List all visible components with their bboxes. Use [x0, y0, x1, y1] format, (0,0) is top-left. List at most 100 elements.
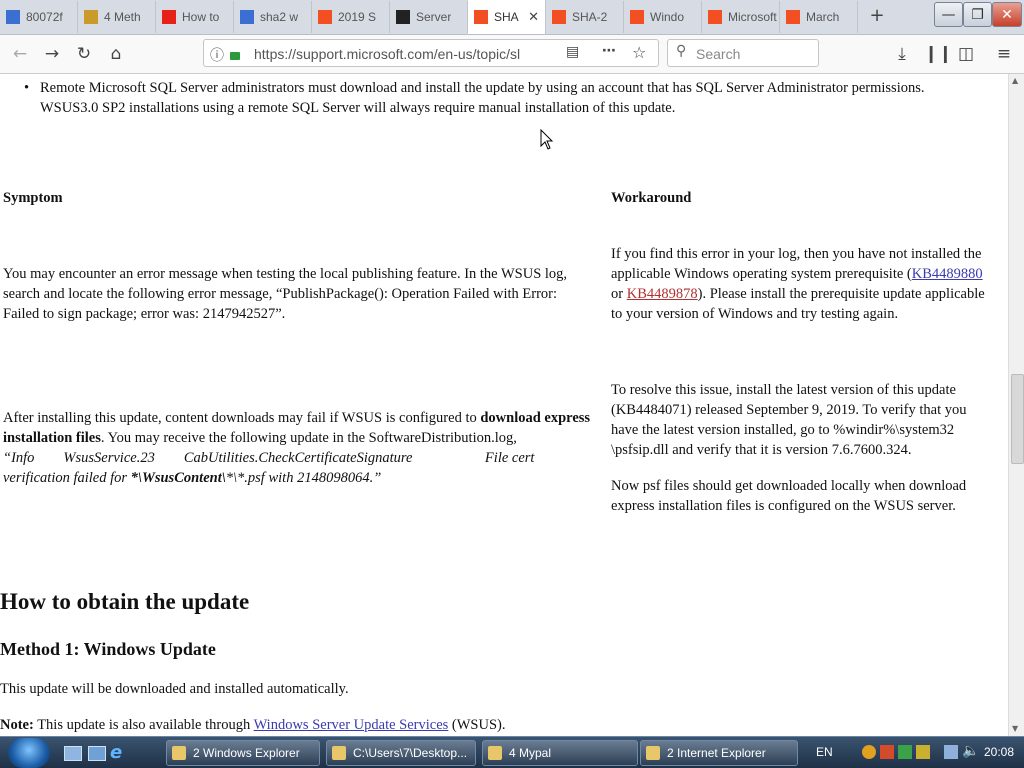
- symptom-header: Symptom: [3, 190, 63, 206]
- clock[interactable]: 20:08: [984, 745, 1014, 759]
- tray-icon-warning[interactable]: [916, 745, 930, 759]
- symptom-cell-2: After installing this update, content do…: [3, 408, 609, 488]
- tab-favicon-icon: [786, 10, 800, 24]
- tab-5[interactable]: Server: [390, 1, 468, 33]
- tab-favicon-icon: [318, 10, 332, 24]
- shield-icon[interactable]: [880, 745, 894, 759]
- close-window-button[interactable]: ✕: [992, 2, 1022, 27]
- vertical-scrollbar[interactable]: ▲ ▼: [1008, 74, 1024, 736]
- taskbar-button-0[interactable]: 2 Windows Explorer: [166, 740, 320, 766]
- tab-favicon-icon: [162, 10, 176, 24]
- reader-view-icon[interactable]: ▤: [566, 44, 579, 60]
- restore-button[interactable]: ❐: [963, 2, 992, 27]
- tab-7[interactable]: SHA-2: [546, 1, 624, 33]
- tab-favicon-icon: [474, 10, 488, 24]
- kb4489878-link[interactable]: KB4489878: [627, 286, 698, 302]
- navigation-toolbar: ← → ↻ ⌂ ⓘ https://support.microsoft.com/…: [0, 35, 1024, 74]
- show-desktop-icon[interactable]: [64, 746, 82, 761]
- workaround-or: or: [611, 286, 627, 302]
- tab-label: 2019 S: [338, 10, 377, 24]
- tab-label: SHA: [494, 10, 519, 24]
- tab-8[interactable]: Windo: [624, 1, 702, 33]
- kb4489880-link[interactable]: KB4489880: [912, 266, 983, 282]
- url-text: https://support.microsoft.com/en-us/topi…: [254, 46, 521, 62]
- tab-1[interactable]: 4 Meth: [78, 1, 156, 33]
- taskbar-button-3[interactable]: 2 Internet Explorer: [640, 740, 798, 766]
- tab-9[interactable]: Microsoft: [702, 1, 780, 33]
- workaround-paragraph-1: To resolve this issue, install the lates…: [611, 382, 967, 458]
- search-placeholder: Search: [696, 46, 741, 62]
- download-icon[interactable]: ⤓: [890, 42, 914, 66]
- search-icon: ⚲: [676, 43, 687, 59]
- scroll-up-icon[interactable]: ▲: [1012, 76, 1018, 85]
- tab-favicon-icon: [240, 10, 254, 24]
- page-actions-icon[interactable]: ⋯: [602, 43, 616, 59]
- tab-label: 4 Meth: [104, 10, 141, 24]
- method-heading: Method 1: Windows Update: [0, 639, 216, 659]
- tab-favicon-icon: [708, 10, 722, 24]
- tab-10[interactable]: March: [780, 1, 858, 33]
- symptom-text: After installing this update, content do…: [3, 410, 481, 426]
- tab-2[interactable]: How to: [156, 1, 234, 33]
- close-tab-icon[interactable]: ✕: [528, 9, 539, 25]
- back-icon[interactable]: ←: [8, 42, 32, 66]
- info-icon[interactable]: ⓘ: [210, 45, 224, 65]
- scroll-down-icon[interactable]: ▼: [1012, 724, 1018, 733]
- sidebar-icon[interactable]: ◫: [954, 42, 978, 66]
- tray-icon-1[interactable]: [862, 745, 876, 759]
- language-indicator[interactable]: EN: [816, 745, 833, 759]
- bullet-text: Remote Microsoft SQL Server administrato…: [40, 80, 925, 116]
- scrollbar-thumb[interactable]: [1011, 374, 1024, 464]
- taskbar-button-label: 4 Mypal: [509, 746, 552, 760]
- network-icon[interactable]: [944, 745, 958, 759]
- workaround-cell-1: If you find this error in your log, then…: [611, 244, 995, 324]
- home-icon[interactable]: ⌂: [104, 42, 128, 66]
- tab-favicon-icon: [84, 10, 98, 24]
- tab-3[interactable]: sha2 w: [234, 1, 312, 33]
- lock-icon: [230, 52, 240, 60]
- tab-0[interactable]: 80072f: [0, 1, 78, 33]
- tab-favicon-icon: [396, 10, 410, 24]
- menu-icon[interactable]: ≡: [992, 42, 1016, 66]
- tab-label: March: [806, 10, 840, 24]
- quick-launch-icon[interactable]: [88, 746, 106, 761]
- taskbar-button-2[interactable]: 4 Mypal: [482, 740, 638, 766]
- start-button[interactable]: [8, 738, 50, 768]
- forward-icon[interactable]: →: [40, 42, 64, 66]
- workaround-cell-2: To resolve this issue, install the lates…: [611, 380, 997, 516]
- symptom-text-end: . You may receive the following update i…: [100, 430, 517, 446]
- log-bold: *\WsusContent\: [130, 470, 226, 486]
- wsus-link[interactable]: Windows Server Update Services: [254, 717, 449, 733]
- reload-icon[interactable]: ↻: [72, 42, 96, 66]
- bullet-item: • Remote Microsoft SQL Server administra…: [24, 78, 960, 118]
- tab-4[interactable]: 2019 S: [312, 1, 390, 33]
- tab-label: SHA-2: [572, 10, 608, 24]
- bookmark-star-icon[interactable]: ☆: [632, 43, 646, 62]
- note-label: Note:: [0, 717, 34, 733]
- taskbar-app-icon: [488, 746, 502, 760]
- library-icon[interactable]: ❙❙: [924, 42, 953, 66]
- section-heading: How to obtain the update: [0, 589, 250, 614]
- taskbar-app-icon: [172, 746, 186, 760]
- tab-label: Server: [416, 10, 452, 24]
- address-bar[interactable]: ⓘ https://support.microsoft.com/en-us/to…: [203, 39, 659, 67]
- ie-quicklaunch-icon[interactable]: e: [110, 742, 122, 763]
- tab-label: Microsoft: [728, 10, 777, 24]
- symptom-cell-1: You may encounter an error message when …: [3, 266, 568, 322]
- note-text: This update is also available through: [33, 717, 254, 733]
- tab-favicon-icon: [630, 10, 644, 24]
- tab-6[interactable]: SHA ✕: [468, 0, 546, 34]
- taskbar-button-label: 2 Windows Explorer: [193, 746, 300, 760]
- tray-icon-check[interactable]: [898, 745, 912, 759]
- tab-label: sha2 w: [260, 10, 299, 24]
- minimize-button[interactable]: —: [934, 2, 963, 27]
- taskbar-button-label: C:\Users\7\Desktop...: [353, 746, 468, 760]
- new-tab-button[interactable]: +: [866, 5, 888, 27]
- volume-muted-icon[interactable]: 🔈: [962, 743, 979, 759]
- workaround-header: Workaround: [611, 190, 692, 206]
- taskbar-button-1[interactable]: C:\Users\7\Desktop...: [326, 740, 476, 766]
- bullet-dot: •: [24, 80, 30, 96]
- search-box[interactable]: ⚲ Search: [667, 39, 819, 67]
- taskbar-app-icon: [646, 746, 660, 760]
- note-end: (WSUS).: [448, 717, 506, 733]
